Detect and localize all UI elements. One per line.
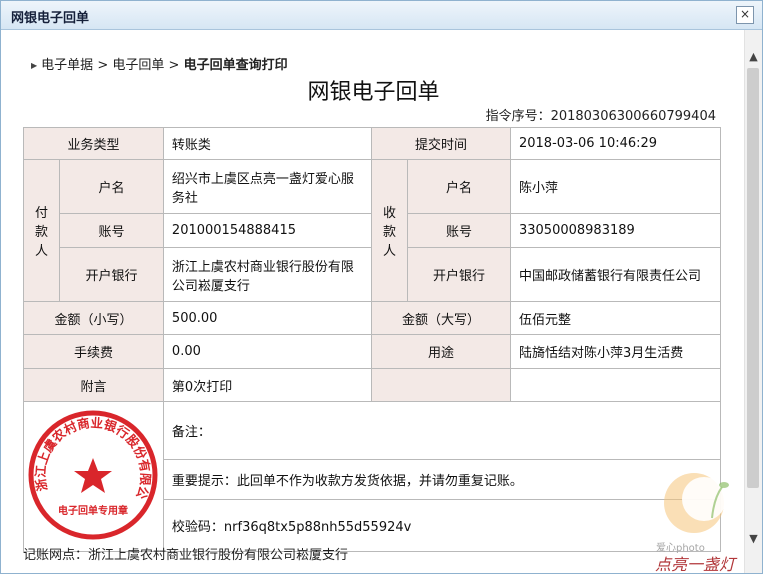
payee-bank-label: 开户银行: [406, 247, 511, 302]
close-button[interactable]: ×: [736, 6, 754, 24]
document-title: 网银电子回单: [307, 80, 440, 105]
seal-outer-text: 浙江上虞农村商业银行股份有限公司: [20, 396, 154, 501]
empty-label-cell: [371, 368, 511, 402]
seal-cell: 浙江上虞农村商业银行股份有限公司 电子回单专用章: [20, 396, 164, 552]
payee-bank-value: 中国邮政储蓄银行有限责任公司: [509, 247, 722, 302]
payer-bank-value: 浙江上虞农村商业银行股份有限公司崧厦支行: [162, 247, 373, 302]
payer-account-label: 账号: [58, 213, 164, 248]
payee-label: 收款人: [371, 159, 408, 302]
receipt-table: 业务类型 转账类 提交时间 2018-03-06 10:46:29 付款人 户名…: [20, 127, 722, 552]
payer-bank-label: 开户银行: [58, 247, 164, 302]
fee-label: 手续费: [23, 334, 164, 369]
table-row: 金额（小写） 500.00 金额（大写） 伍佰元整: [23, 301, 722, 335]
business-type-label: 业务类型: [23, 127, 164, 160]
title-bar: 网银电子回单 ×: [1, 1, 762, 30]
note-value: 第0次打印: [162, 368, 373, 402]
serial-label: 指令序号：: [485, 109, 551, 124]
table-row: 业务类型 转账类 提交时间 2018-03-06 10:46:29: [23, 127, 722, 160]
purpose-value: 陆旖恬结对陈小萍3月生活费: [509, 334, 722, 369]
amount-small-label: 金额（小写）: [23, 301, 164, 335]
submit-time-label: 提交时间: [371, 127, 511, 160]
business-type-value: 转账类: [162, 127, 373, 160]
payer-label: 付款人: [23, 159, 60, 302]
payee-account-value: 33050008983189: [509, 213, 722, 248]
scroll-down-icon[interactable]: ▼: [745, 532, 762, 545]
payee-account-label: 账号: [406, 213, 511, 248]
table-row: 手续费 0.00 用途 陆旖恬结对陈小萍3月生活费: [23, 334, 722, 369]
table-row: 付款人 户名 绍兴市上虞区点亮一盏灯爱心服务社 收款人 户名 陈小萍: [23, 159, 722, 302]
seal-star-icon: [74, 457, 113, 493]
fee-value: 0.00: [162, 334, 373, 369]
payee-name-label: 户名: [406, 159, 511, 214]
vertical-scrollbar[interactable]: ▲ ▼: [744, 30, 762, 573]
serial-number: 指令序号：20180306300660799404: [486, 105, 716, 124]
serial-value: 20180306300660799404: [550, 109, 716, 124]
bank-seal-icon: 浙江上虞农村商业银行股份有限公司 电子回单专用章: [20, 396, 158, 539]
breadcrumb-current: 电子回单查询打印: [183, 58, 288, 73]
purpose-label: 用途: [371, 334, 511, 369]
submit-time-value: 2018-03-06 10:46:29: [509, 127, 722, 160]
breadcrumb-item-electronic-docs[interactable]: 电子单据: [41, 58, 93, 73]
amount-small-value: 500.00: [162, 301, 373, 335]
remark-text: 备注：: [162, 401, 722, 460]
payer-name-label: 户名: [58, 159, 164, 214]
accounting-branch-text: 记账网点：浙江上虞农村商业银行股份有限公司崧厦支行: [23, 548, 349, 563]
scroll-thumb[interactable]: [747, 68, 759, 488]
note-label: 附言: [23, 368, 164, 402]
scroll-up-icon[interactable]: ▲: [745, 50, 762, 63]
amount-big-label: 金额（大写）: [371, 301, 511, 335]
payer-name-value: 绍兴市上虞区点亮一盏灯爱心服务社: [162, 159, 373, 214]
important-notice: 重要提示：此回单不作为收款方发货依据，并请勿重复记账。: [162, 459, 722, 500]
seal-inner-text: 电子回单专用章: [58, 504, 128, 517]
breadcrumb-separator: >: [97, 58, 109, 73]
content-area: ▶ 电子单据 > 电子回单 > 电子回单查询打印 网银电子回单 指令序号：2018…: [1, 30, 744, 573]
svg-text:浙江上虞农村商业银行股份有限公司: 浙江上虞农村商业银行股份有限公司: [26, 408, 153, 501]
table-row: 附言 第0次打印: [23, 368, 722, 402]
receipt-window: 网银电子回单 × ▶ 电子单据 > 电子回单 > 电子回单查询打印 网银电子回单 …: [0, 0, 763, 574]
payee-name-value: 陈小萍: [509, 159, 722, 214]
watermark-text: 点亮一盏灯: [655, 555, 736, 574]
payer-account-value: 201000154888415: [162, 213, 373, 248]
amount-big-value: 伍佰元整: [509, 301, 722, 335]
breadcrumb: ▶ 电子单据 > 电子回单 > 电子回单查询打印: [31, 54, 288, 73]
breadcrumb-separator: >: [168, 58, 180, 73]
table-row: 浙江上虞农村商业银行股份有限公司 电子回单专用章 备注：: [20, 396, 722, 552]
window-title: 网银电子回单: [11, 11, 90, 26]
empty-value-cell: [509, 368, 722, 402]
breadcrumb-item-receipts[interactable]: 电子回单: [112, 58, 164, 73]
breadcrumb-arrow-icon: ▶: [31, 61, 38, 70]
